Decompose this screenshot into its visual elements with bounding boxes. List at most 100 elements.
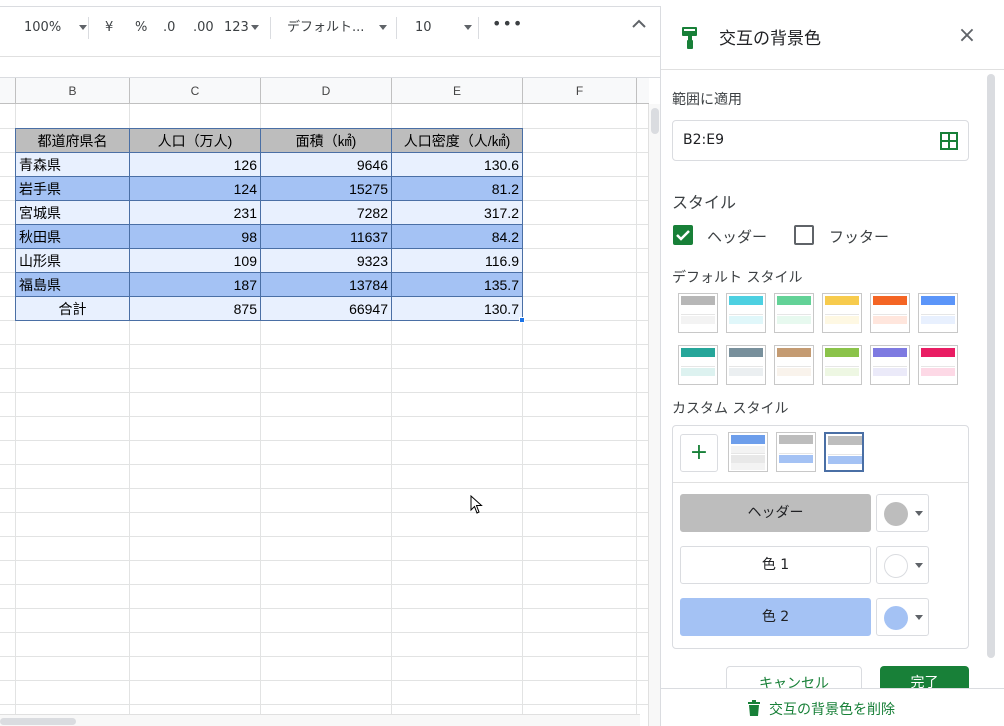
table-row-border — [16, 272, 522, 273]
default-style-swatch[interactable] — [822, 345, 862, 385]
column-header-d[interactable]: D — [261, 78, 392, 104]
table-cell[interactable]: 81.2 — [392, 177, 522, 200]
table-cell[interactable]: 秋田県 — [16, 225, 129, 248]
horizontal-scrollbar[interactable] — [0, 714, 640, 726]
default-style-swatch[interactable] — [774, 345, 814, 385]
add-custom-style-button[interactable]: + — [680, 434, 718, 472]
table-header-cell[interactable]: 都道府県名 — [16, 129, 129, 152]
zoom-value: 100% — [24, 20, 62, 35]
panel-title: 交互の背景色 — [719, 29, 821, 49]
default-style-swatch[interactable] — [678, 293, 718, 333]
table-cell[interactable]: 135.7 — [392, 273, 522, 296]
table-cell[interactable]: 岩手県 — [16, 177, 129, 200]
table-footer-cell[interactable]: 66947 — [261, 297, 391, 320]
table-cell[interactable]: 231 — [130, 201, 260, 224]
toolbar-separator — [396, 17, 397, 39]
more-horiz-icon[interactable]: ••• — [492, 16, 523, 32]
table-cell[interactable]: 317.2 — [392, 201, 522, 224]
scrollbar-thumb[interactable] — [651, 108, 659, 134]
header-color-button[interactable]: ヘッダー — [680, 494, 871, 532]
table-cell[interactable]: 宮城県 — [16, 201, 129, 224]
header-color-picker[interactable] — [876, 494, 929, 532]
grid-line — [0, 680, 650, 681]
column-header-f[interactable]: F — [523, 78, 637, 104]
spreadsheet-grid[interactable]: B C D E F 都道府県名 人口（万人) 面積（㎢) 人口密度（人/㎢) 青森県 12… — [0, 78, 660, 726]
grid-line — [0, 512, 650, 513]
decrease-decimal-button[interactable]: .0 — [163, 20, 175, 36]
table-cell[interactable]: 7282 — [261, 201, 391, 224]
font-size-select[interactable]: 10 — [415, 20, 472, 36]
default-style-swatch[interactable] — [726, 293, 766, 333]
default-style-swatch[interactable] — [870, 345, 910, 385]
table-cell[interactable]: 130.6 — [392, 153, 522, 176]
grid-line — [0, 416, 650, 417]
color1-picker[interactable] — [876, 546, 929, 584]
corner-header[interactable] — [0, 78, 16, 104]
column-header-b[interactable]: B — [16, 78, 130, 104]
zoom-select[interactable]: 100% — [24, 20, 88, 36]
table-cell[interactable]: 9646 — [261, 153, 391, 176]
table-col-border — [391, 129, 392, 321]
header-checkbox-label: ヘッダー — [707, 228, 768, 246]
table-cell[interactable]: 山形県 — [16, 249, 129, 272]
default-styles-label: デフォルト スタイル — [672, 270, 803, 286]
header-checkbox[interactable] — [673, 225, 693, 245]
default-style-swatch[interactable] — [678, 345, 718, 385]
custom-style-swatch[interactable] — [728, 432, 768, 472]
remove-alternating-colors-link[interactable]: 交互の背景色を削除 — [769, 699, 895, 719]
custom-style-swatch[interactable] — [776, 432, 816, 472]
table-header-cell[interactable]: 面積（㎢) — [261, 129, 391, 152]
range-input[interactable]: B2:E9 — [672, 120, 969, 161]
table-cell[interactable]: 福島県 — [16, 273, 129, 296]
formula-bar[interactable] — [0, 57, 660, 78]
table-cell[interactable]: 126 — [130, 153, 260, 176]
chevron-up-icon[interactable] — [632, 18, 646, 34]
font-select[interactable]: デフォルト... — [287, 20, 387, 36]
table-cell[interactable]: 9323 — [261, 249, 391, 272]
table-footer-cell[interactable]: 合計 — [16, 297, 129, 320]
panel-scrollbar-thumb[interactable] — [987, 74, 995, 658]
currency-format-button[interactable]: ¥ — [105, 20, 113, 36]
vertical-scrollbar[interactable] — [648, 104, 660, 726]
default-style-swatch[interactable] — [726, 345, 766, 385]
table-header-cell[interactable]: 人口（万人) — [130, 129, 260, 152]
table-cell[interactable]: 124 — [130, 177, 260, 200]
check-icon — [676, 230, 690, 241]
table-cell[interactable]: 116.9 — [392, 249, 522, 272]
table-cell[interactable]: 15275 — [261, 177, 391, 200]
table-cell[interactable]: 98 — [130, 225, 260, 248]
color2-button[interactable]: 色 2 — [680, 598, 871, 636]
default-style-swatch[interactable] — [918, 293, 958, 333]
column-header-e[interactable]: E — [392, 78, 523, 104]
table-cell[interactable]: 109 — [130, 249, 260, 272]
color1-button[interactable]: 色 1 — [680, 546, 871, 584]
custom-style-swatch-selected[interactable] — [824, 432, 864, 472]
fill-handle[interactable] — [519, 317, 525, 323]
close-icon[interactable]: × — [957, 25, 977, 47]
table-cell[interactable]: 青森県 — [16, 153, 129, 176]
percent-format-button[interactable]: % — [135, 20, 147, 36]
chevron-down-icon — [915, 511, 923, 516]
table-cell[interactable]: 84.2 — [392, 225, 522, 248]
table-footer-cell[interactable]: 875 — [130, 297, 260, 320]
default-style-swatch[interactable] — [822, 293, 862, 333]
table-cell[interactable]: 187 — [130, 273, 260, 296]
table-row-border — [16, 200, 522, 201]
table-row-border — [16, 176, 522, 177]
scrollbar-thumb[interactable] — [0, 718, 76, 725]
table-footer-cell[interactable]: 130.7 — [392, 297, 522, 320]
column-header-g[interactable] — [637, 78, 649, 104]
default-style-swatch[interactable] — [870, 293, 910, 333]
increase-decimal-button[interactable]: .00 — [193, 20, 214, 36]
default-style-swatch[interactable] — [918, 345, 958, 385]
more-formats-button[interactable]: 123 — [224, 20, 259, 36]
font-value: デフォルト... — [287, 20, 365, 35]
column-header-c[interactable]: C — [130, 78, 261, 104]
default-style-swatch[interactable] — [774, 293, 814, 333]
table-cell[interactable]: 11637 — [261, 225, 391, 248]
color2-picker[interactable] — [876, 598, 929, 636]
grid-select-icon[interactable] — [940, 132, 958, 150]
table-cell[interactable]: 13784 — [261, 273, 391, 296]
table-header-cell[interactable]: 人口密度（人/㎢) — [392, 129, 522, 152]
footer-checkbox[interactable] — [794, 225, 814, 245]
